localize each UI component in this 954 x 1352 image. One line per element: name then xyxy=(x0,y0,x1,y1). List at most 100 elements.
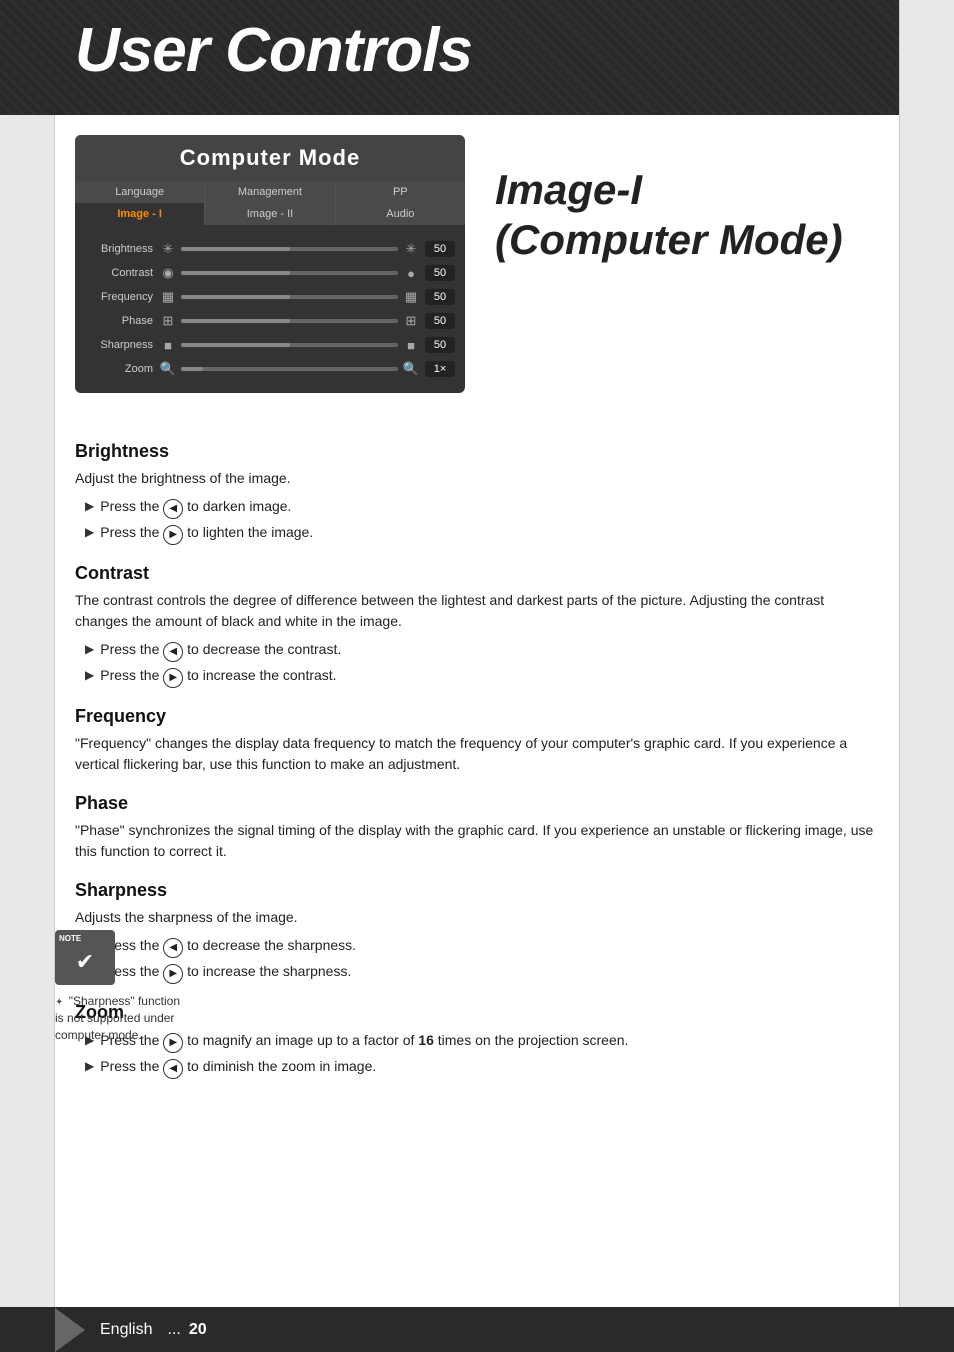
right-btn: ▶ xyxy=(163,525,183,545)
phase-icon-right: ⊞ xyxy=(402,313,420,329)
bullet-item: ▶ Press the ▶ to increase the contrast. xyxy=(85,664,879,688)
tab-management[interactable]: Management xyxy=(205,181,335,203)
brightness-slider[interactable] xyxy=(181,247,398,251)
sharpness-bullets: ▶ Press the ◀ to decrease the sharpness.… xyxy=(75,934,879,984)
note-content: "Sharpness" function is not supported un… xyxy=(55,994,180,1042)
frequency-label: Frequency xyxy=(85,291,153,303)
zoom-bullets: ▶ Press the ▶ to magnify an image up to … xyxy=(75,1029,879,1079)
phase-heading: Phase xyxy=(75,793,879,814)
footer-triangle-icon xyxy=(55,1308,85,1352)
contrast-bullets: ▶ Press the ◀ to decrease the contrast. … xyxy=(75,638,879,688)
brightness-icon-left: ✳ xyxy=(159,241,177,257)
bullet-arrow: ▶ xyxy=(85,1057,94,1076)
left-btn: ◀ xyxy=(163,1059,183,1079)
brightness-body: Adjust the brightness of the image. xyxy=(75,468,879,489)
contrast-icon-left: ◉ xyxy=(159,265,177,281)
bullet-item: ▶ Press the ◀ to diminish the zoom in im… xyxy=(85,1055,879,1079)
frequency-slider[interactable] xyxy=(181,295,398,299)
page-title: User Controls xyxy=(75,15,472,86)
tab-image-ii[interactable]: Image - II xyxy=(205,203,335,225)
frequency-body: "Frequency" changes the display data fre… xyxy=(75,733,879,775)
tab-pp[interactable]: PP xyxy=(336,181,465,203)
bullet-item: ▶ Press the ▶ to magnify an image up to … xyxy=(85,1029,879,1053)
right-btn: ▶ xyxy=(163,668,183,688)
zoom-slider[interactable] xyxy=(181,367,398,371)
brightness-label: Brightness xyxy=(85,243,153,255)
sharpness-value: 50 xyxy=(425,337,455,353)
sharpness-section: Sharpness Adjusts the sharpness of the i… xyxy=(75,880,879,984)
sharpness-heading: Sharpness xyxy=(75,880,879,901)
tabs-row-2: Image - I Image - II Audio xyxy=(75,203,465,225)
bullet-text: Press the ◀ to diminish the zoom in imag… xyxy=(100,1055,376,1079)
zoom-icon-right: 🔍 xyxy=(402,361,420,377)
bullet-item: ▶ Press the ▶ to lighten the image. xyxy=(85,521,879,545)
sharpness-icon-right: ■ xyxy=(402,338,420,353)
brightness-bullets: ▶ Press the ◀ to darken image. ▶ Press t… xyxy=(75,495,879,545)
phase-body: "Phase" synchronizes the signal timing o… xyxy=(75,820,879,862)
bullet-arrow: ▶ xyxy=(85,497,94,516)
frequency-section: Frequency "Frequency" changes the displa… xyxy=(75,706,879,775)
contrast-body: The contrast controls the degree of diff… xyxy=(75,590,879,632)
bullet-item: ▶ Press the ◀ to decrease the contrast. xyxy=(85,638,879,662)
bullet-text: Press the ◀ to darken image. xyxy=(100,495,291,519)
sharpness-icon-left: ■ xyxy=(159,338,177,353)
note-text: ✦ "Sharpness" function is not supported … xyxy=(55,993,190,1044)
image-title-line2: (Computer Mode) xyxy=(495,215,843,265)
bullet-text: Press the ▶ to lighten the image. xyxy=(100,521,313,545)
bullet-arrow: ▶ xyxy=(85,666,94,685)
zoom-row: Zoom 🔍 🔍 1× xyxy=(85,361,455,377)
brightness-icon-right: ✳ xyxy=(402,241,420,257)
zoom-heading: Zoom xyxy=(75,1002,879,1023)
tab-image-i[interactable]: Image - I xyxy=(75,203,205,225)
brightness-row: Brightness ✳ ✳ 50 xyxy=(85,241,455,257)
content-sections: Brightness Adjust the brightness of the … xyxy=(75,413,879,1079)
bullet-item: ▶ Press the ◀ to darken image. xyxy=(85,495,879,519)
left-sidebar xyxy=(0,115,55,1352)
note-checkmark: ✔ xyxy=(76,949,94,975)
tab-audio[interactable]: Audio xyxy=(336,203,465,225)
brightness-heading: Brightness xyxy=(75,441,879,462)
computer-mode-panel: Computer Mode Language Management PP Ima… xyxy=(75,135,465,393)
zoom-label: Zoom xyxy=(85,363,153,375)
sharpness-body: Adjusts the sharpness of the image. xyxy=(75,907,879,928)
phase-slider[interactable] xyxy=(181,319,398,323)
bullet-arrow: ▶ xyxy=(85,640,94,659)
tab-language[interactable]: Language xyxy=(75,181,205,203)
bullet-text: Press the ◀ to decrease the contrast. xyxy=(100,638,341,662)
main-content: Computer Mode Language Management PP Ima… xyxy=(55,115,899,1352)
contrast-section: Contrast The contrast controls the degre… xyxy=(75,563,879,688)
contrast-label: Contrast xyxy=(85,267,153,279)
phase-section: Phase "Phase" synchronizes the signal ti… xyxy=(75,793,879,862)
phase-value: 50 xyxy=(425,313,455,329)
bullet-item: ▶ Press the ◀ to decrease the sharpness. xyxy=(85,934,879,958)
footer-language: English xyxy=(100,1321,152,1339)
right-sidebar xyxy=(899,0,954,1352)
zoom-value: 1× xyxy=(425,361,455,377)
sharpness-slider[interactable] xyxy=(181,343,398,347)
footer-page-number: 20 xyxy=(189,1321,207,1339)
frequency-icon-left: ▦ xyxy=(159,289,177,305)
brightness-value: 50 xyxy=(425,241,455,257)
brightness-section: Brightness Adjust the brightness of the … xyxy=(75,441,879,545)
image-title-line1: Image-I xyxy=(495,165,843,215)
contrast-row: Contrast ◉ ● 50 xyxy=(85,265,455,281)
note-box: ✔ ✦ "Sharpness" function is not supporte… xyxy=(55,930,190,1044)
bullet-item: ▶ Press the ▶ to increase the sharpness. xyxy=(85,960,879,984)
phase-label: Phase xyxy=(85,315,153,327)
frequency-row: Frequency ▦ ▦ 50 xyxy=(85,289,455,305)
zoom-section: Zoom ▶ Press the ▶ to magnify an image u… xyxy=(75,1002,879,1079)
left-btn: ◀ xyxy=(163,642,183,662)
panel-title: Computer Mode xyxy=(75,135,465,181)
frequency-icon-right: ▦ xyxy=(402,289,420,305)
tabs-row: Language Management PP xyxy=(75,181,465,203)
note-icon: ✔ xyxy=(55,930,115,985)
bullet-text: Press the ▶ to increase the contrast. xyxy=(100,664,336,688)
contrast-slider[interactable] xyxy=(181,271,398,275)
image-mode-title: Image-I (Computer Mode) xyxy=(495,165,843,266)
footer: English ... 20 xyxy=(0,1307,954,1352)
zoom-icon-left: 🔍 xyxy=(159,361,177,377)
phase-row: Phase ⊞ ⊞ 50 xyxy=(85,313,455,329)
left-btn: ◀ xyxy=(163,499,183,519)
bullet-arrow: ▶ xyxy=(85,523,94,542)
frequency-heading: Frequency xyxy=(75,706,879,727)
